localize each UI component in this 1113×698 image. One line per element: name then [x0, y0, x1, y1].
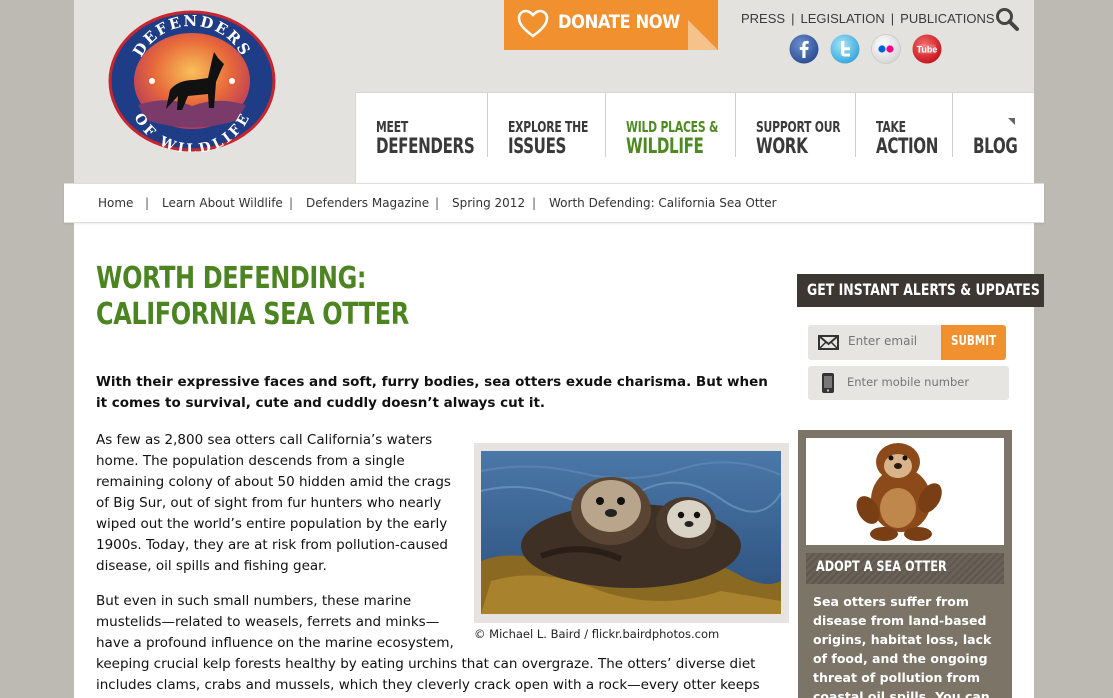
main-nav: MEET DEFENDERS EXPLORE THE ISSUES WILD P…	[355, 92, 1034, 183]
breadcrumb-separator: |	[145, 196, 150, 210]
adopt-description: Sea otters suffer from disease from land…	[813, 594, 992, 698]
article-paragraph: As few as 2,800 sea otters call Californ…	[96, 432, 451, 574]
youtube-icon[interactable]: Tube	[912, 34, 942, 64]
article-lede: With their expressive faces and soft, fu…	[96, 374, 768, 411]
breadcrumb-separator: |	[435, 196, 440, 210]
twitter-icon[interactable]	[830, 34, 860, 64]
breadcrumb: Home | Learn About Wildlife | Defenders …	[64, 183, 1044, 223]
flickr-icon[interactable]	[871, 34, 901, 64]
email-input[interactable]	[848, 334, 938, 348]
breadcrumb-separator: |	[532, 196, 537, 210]
search-icon[interactable]	[995, 7, 1019, 31]
legislation-link[interactable]: LEGISLATION	[800, 11, 884, 26]
press-link[interactable]: PRESS	[741, 11, 785, 26]
nav-take-action[interactable]: TAKE ACTION	[856, 93, 953, 158]
facebook-icon[interactable]	[789, 34, 819, 64]
separator: |	[890, 11, 895, 26]
breadcrumb-learn-about-wildlife[interactable]: Learn About Wildlife	[162, 196, 283, 210]
nav-label-line2: ACTION	[876, 134, 939, 158]
email-field[interactable]	[808, 325, 942, 360]
nav-label-line2: ISSUES	[508, 134, 567, 158]
nav-blog[interactable]: BLOG	[953, 93, 1035, 158]
plush-otter-image[interactable]	[806, 438, 1004, 545]
publications-link[interactable]: PUBLICATIONS	[900, 11, 994, 26]
envelope-icon	[818, 335, 839, 350]
article-paragraph: But even in such small numbers, these ma…	[96, 593, 454, 651]
svg-text:Tube: Tube	[917, 45, 938, 55]
page-title: WORTH DEFENDING: CALIFORNIA SEA OTTER	[96, 261, 409, 332]
corner-triangle-icon	[1008, 118, 1015, 125]
alerts-heading-text: GET INSTANT ALERTS & UPDATES	[807, 280, 1040, 299]
submit-label: SUBMIT	[951, 334, 997, 349]
nav-explore-issues[interactable]: EXPLORE THE ISSUES	[488, 93, 606, 158]
donate-corner-fold	[688, 20, 718, 50]
breadcrumb-current: Worth Defending: California Sea Otter	[549, 196, 777, 210]
nav-label-line2: WORK	[756, 134, 808, 158]
alerts-heading: GET INSTANT ALERTS & UPDATES	[797, 274, 1044, 307]
photo-credit: © Michael L. Baird / flickr.bairdphotos.…	[474, 627, 720, 641]
breadcrumb-spring-2012[interactable]: Spring 2012	[452, 196, 525, 210]
article-paragraph-continued: keeping crucial kelp forests healthy by …	[96, 656, 760, 693]
nav-label-line2: DEFENDERS	[376, 134, 475, 158]
adopt-heading[interactable]: ADOPT A SEA OTTER	[806, 553, 1004, 584]
nav-wild-places-wildlife[interactable]: WILD PLACES & WILDLIFE	[606, 93, 736, 158]
mobile-field[interactable]	[808, 366, 1009, 400]
photo-frame	[474, 443, 789, 623]
defenders-logo[interactable]: DEFENDERS OF WILDLIFE	[108, 10, 276, 158]
adopt-heading-text: ADOPT A SEA OTTER	[816, 559, 947, 575]
donate-button[interactable]: DONATE NOW	[504, 0, 718, 50]
sea-otter-photo	[481, 451, 781, 614]
mobile-input[interactable]	[847, 375, 997, 389]
breadcrumb-separator: |	[289, 196, 294, 210]
breadcrumb-defenders-magazine[interactable]: Defenders Magazine	[306, 196, 429, 210]
donate-label: DONATE NOW	[558, 11, 680, 33]
separator: |	[791, 11, 795, 26]
nav-support-work[interactable]: SUPPORT OUR WORK	[736, 93, 856, 158]
nav-label-line2: WILDLIFE	[626, 134, 704, 158]
top-links: PRESS | LEGISLATION | PUBLICATIONS	[741, 11, 995, 26]
heart-icon	[517, 9, 549, 38]
breadcrumb-home[interactable]: Home	[98, 196, 133, 210]
nav-label-line2: BLOG	[973, 134, 1018, 158]
submit-button[interactable]: SUBMIT	[941, 325, 1006, 360]
adopt-promo[interactable]: ADOPT A SEA OTTER Sea otters suffer from…	[798, 430, 1012, 698]
nav-meet-defenders[interactable]: MEET DEFENDERS	[356, 93, 488, 158]
mobile-phone-icon	[822, 373, 834, 393]
